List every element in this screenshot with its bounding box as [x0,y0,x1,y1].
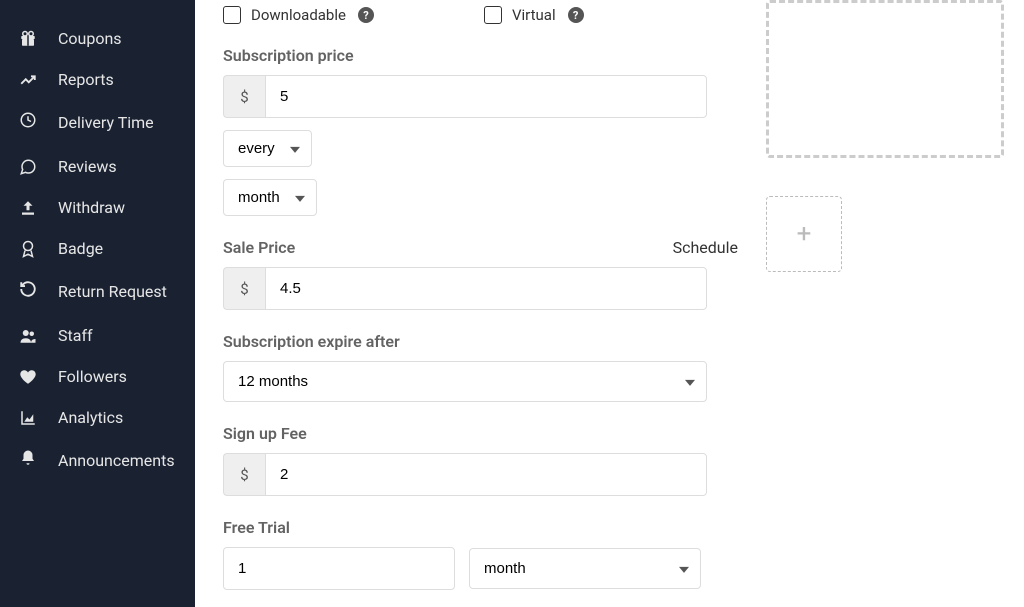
downloadable-label: Downloadable [251,6,346,24]
line-chart-icon [18,71,38,89]
sidebar-item-label: Withdraw [58,198,125,217]
sidebar-item-label: Announcements [58,449,175,473]
virtual-label: Virtual [512,6,556,24]
signup-fee-input[interactable] [265,453,707,496]
users-icon [18,327,38,345]
sale-price-label: Sale Price [223,238,295,257]
add-gallery-image[interactable]: + [766,196,842,272]
sidebar-item-staff[interactable]: Staff [0,315,195,356]
subscription-price-label: Subscription price [223,46,738,65]
sidebar-item-label: Reports [58,70,114,89]
plus-icon: + [797,219,812,249]
currency-prefix: $ [223,267,265,310]
subscription-period-select[interactable]: month [223,179,317,216]
subscription-expire-select[interactable]: 12 months [223,361,707,402]
downloadable-check-group: Downloadable ? [223,6,374,24]
sidebar-item-label: Return Request [58,280,167,304]
subscription-interval-select[interactable]: every [223,130,312,167]
subscription-price-input[interactable] [265,75,707,118]
subscription-expire-label: Subscription expire after [223,332,738,351]
free-trial-period-select[interactable]: month [469,548,701,589]
undo-icon [18,280,38,298]
free-trial-label: Free Trial [223,518,738,537]
bell-icon [18,449,38,467]
downloadable-checkbox[interactable] [223,6,241,24]
currency-prefix: $ [223,75,265,118]
help-icon[interactable]: ? [358,7,374,23]
sidebar-item-label: Reviews [58,157,117,176]
sidebar-item-reviews[interactable]: Reviews [0,146,195,187]
clock-icon [18,111,38,129]
sidebar-item-label: Delivery Time [58,111,154,135]
sidebar-item-label: Badge [58,239,103,258]
virtual-check-group: Virtual ? [484,6,584,24]
sidebar-item-label: Analytics [58,408,123,427]
sidebar-item-label: Coupons [58,29,122,48]
main-image-dropzone[interactable] [766,0,1004,158]
award-icon [18,240,38,258]
sidebar-item-badge[interactable]: Badge [0,228,195,269]
upload-icon [18,199,38,217]
sidebar-item-announcements[interactable]: Announcements [0,438,195,484]
form-main: Downloadable ? Virtual ? Subscription pr… [195,0,766,607]
free-trial-input[interactable] [223,547,455,590]
heart-icon [18,368,38,386]
sidebar-item-delivery-time[interactable]: Delivery Time [0,100,195,146]
schedule-link[interactable]: Schedule [673,238,738,257]
sidebar-item-label: Staff [58,326,93,345]
sidebar-item-withdraw[interactable]: Withdraw [0,187,195,228]
sidebar: Coupons Reports Delivery Time Reviews Wi… [0,0,195,607]
comments-icon [18,158,38,176]
signup-fee-label: Sign up Fee [223,424,738,443]
sidebar-item-label: Followers [58,367,127,386]
sidebar-item-followers[interactable]: Followers [0,356,195,397]
media-column: + [766,0,1024,607]
sidebar-item-reports[interactable]: Reports [0,59,195,100]
area-chart-icon [18,409,38,427]
help-icon[interactable]: ? [568,7,584,23]
sidebar-item-analytics[interactable]: Analytics [0,397,195,438]
currency-prefix: $ [223,453,265,496]
sidebar-item-return-request[interactable]: Return Request [0,269,195,315]
virtual-checkbox[interactable] [484,6,502,24]
gift-icon [18,30,38,48]
sale-price-input[interactable] [265,267,707,310]
sidebar-item-coupons[interactable]: Coupons [0,18,195,59]
